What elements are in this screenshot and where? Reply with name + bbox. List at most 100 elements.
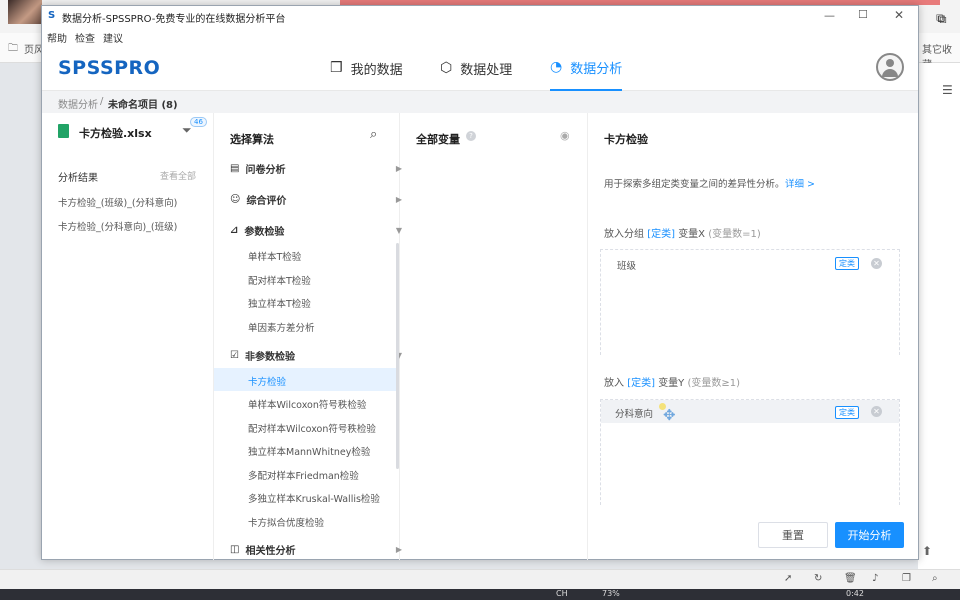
algorithm-item-selected[interactable]: 卡方检验: [248, 374, 286, 388]
y-drop-zone[interactable]: 分科意向 ✥ 定类 ✕: [600, 399, 900, 505]
algorithm-item[interactable]: 多配对样本Friedman检验: [248, 468, 359, 482]
category-nonparametric[interactable]: ☑非参数检验▼: [230, 348, 414, 363]
label-type: [定类]: [647, 229, 675, 240]
category-label: 非参数检验: [244, 352, 295, 363]
category-label: 问卷分析: [245, 165, 286, 176]
view-all-link[interactable]: 查看全部: [160, 169, 196, 182]
label-var: 变量X: [678, 229, 706, 240]
start-analysis-button[interactable]: 开始分析: [835, 522, 904, 548]
result-item[interactable]: 卡方检验_(班级)_(分科意向): [58, 195, 177, 209]
tab-my-data[interactable]: ❒ 我的数据: [330, 45, 403, 91]
category-correlation[interactable]: ◫ 相关性分析 ▶: [230, 542, 414, 557]
user-photo: [8, 0, 42, 24]
y-variable[interactable]: 分科意向: [615, 406, 653, 420]
tab-data-processing[interactable]: ⬡ 数据处理: [440, 45, 512, 91]
remove-icon[interactable]: ✕: [871, 258, 882, 269]
scrollbar[interactable]: [396, 243, 399, 469]
category-label: 参数检验: [244, 227, 285, 238]
lang-indicator[interactable]: CH: [556, 589, 568, 598]
taskbar: CH 73% 0:42: [0, 589, 960, 600]
eye-icon[interactable]: ◉: [560, 129, 570, 142]
x-var-label: 放入分组 [定类] 变量X (变量数=1): [604, 225, 761, 240]
algorithm-item[interactable]: 配对样本T检验: [248, 273, 311, 287]
y-var-label: 放入 [定类] 变量Y (变量数≥1): [604, 374, 740, 389]
stack-icon: ◫: [230, 544, 240, 555]
algorithm-item[interactable]: 独立样本T检验: [248, 296, 311, 310]
type-tag: 定类: [835, 257, 859, 270]
close-button[interactable]: ✕: [894, 8, 904, 22]
label-count: (变量数≥1): [687, 378, 741, 389]
refresh-icon[interactable]: ↻: [814, 573, 822, 584]
window-titlebar: S 数据分析-SPSSPRO-免费专业的在线数据分析平台 — ☐ ✕: [42, 6, 918, 28]
breadcrumb: 数据分析 / 未命名项目 (8): [42, 91, 918, 113]
file-name: 卡方检验.xlsx: [79, 127, 152, 140]
scroll-top-icon[interactable]: ⬆: [922, 544, 932, 558]
menu-inspect[interactable]: 检查: [75, 30, 95, 45]
menu-help[interactable]: 帮助: [47, 30, 67, 45]
breadcrumb-current: 未命名项目 (8): [108, 100, 178, 111]
selected-highlight: [214, 368, 398, 391]
category-parametric[interactable]: ⊿ 参数检验 ▼: [230, 223, 414, 238]
rocket-icon[interactable]: ➚: [784, 573, 792, 584]
chart-check-icon: ☑: [230, 350, 239, 361]
list-icon[interactable]: ☰: [942, 83, 953, 97]
count-badge: 46: [190, 117, 207, 127]
algorithm-item[interactable]: 单样本T检验: [248, 249, 301, 263]
search-icon[interactable]: ⌕: [932, 573, 938, 584]
algorithm-item[interactable]: 独立样本MannWhitney检验: [248, 444, 370, 458]
reset-button[interactable]: 重置: [758, 522, 828, 548]
minimize-button[interactable]: —: [824, 9, 835, 22]
file-panel: 卡方检验.xlsx ⏷ 46 分析结果 查看全部 卡方检验_(班级)_(分科意向…: [42, 113, 214, 560]
variables-title: 全部变量: [416, 133, 460, 146]
window-title: 数据分析-SPSSPRO-免费专业的在线数据分析平台: [62, 14, 286, 25]
search-icon[interactable]: ⌕: [370, 127, 377, 142]
clipboard-icon: ▤: [230, 163, 240, 174]
results-title: 分析结果: [58, 173, 98, 184]
browser-side-strip: ⧉ ☰: [918, 11, 960, 569]
trash-icon[interactable]: 🗑: [844, 573, 857, 584]
breadcrumb-sep: /: [100, 96, 104, 107]
algorithm-item[interactable]: 单样本Wilcoxon符号秩检验: [248, 397, 366, 411]
restore-icon[interactable]: ⧉: [938, 12, 947, 27]
menu-suggest[interactable]: 建议: [103, 30, 123, 45]
category-evaluation[interactable]: ☺ 综合评价 ▶: [230, 192, 414, 207]
logo[interactable]: SPSSPRO: [58, 57, 160, 79]
label-prefix: 放入: [604, 378, 624, 389]
speaker-icon[interactable]: ♪: [872, 573, 878, 584]
filter-icon[interactable]: ⏷: [182, 123, 192, 138]
menu-bar: 帮助 检查 建议: [42, 28, 918, 45]
window-icon[interactable]: ❐: [902, 573, 911, 584]
spreadsheet-icon: [58, 124, 69, 138]
remove-icon[interactable]: ✕: [871, 406, 882, 417]
maximize-button[interactable]: ☐: [858, 8, 868, 21]
detail-link[interactable]: 详细 >: [785, 176, 815, 190]
x-drop-zone[interactable]: 班级 定类 ✕: [600, 249, 900, 355]
result-item[interactable]: 卡方检验_(分科意向)_(班级): [58, 219, 177, 233]
app-window: S 数据分析-SPSSPRO-免费专业的在线数据分析平台 — ☐ ✕ 帮助 检查…: [41, 5, 919, 560]
folder-icon[interactable]: 🗀: [8, 41, 18, 58]
tab-data-analysis[interactable]: ◔ 数据分析: [550, 45, 623, 91]
app-icon: S: [48, 10, 56, 21]
label-prefix: 放入分组: [604, 229, 644, 240]
smile-icon: ☺: [230, 194, 241, 205]
category-questionnaire[interactable]: ▤ 问卷分析 ▶: [230, 161, 414, 176]
help-icon[interactable]: ?: [466, 131, 476, 141]
drag-cursor-icon: ✥: [663, 406, 676, 424]
clock: 0:42: [846, 589, 864, 598]
cube-stack-icon: ❒: [330, 60, 343, 76]
x-variable[interactable]: 班级: [617, 258, 636, 272]
algorithm-item[interactable]: 单因素方差分析: [248, 320, 315, 334]
tab-label: 数据分析: [570, 61, 623, 77]
tab-label: 数据处理: [460, 62, 513, 78]
pie-chart-icon: ◔: [550, 59, 563, 75]
algorithm-item[interactable]: 多独立样本Kruskal-Wallis检验: [248, 491, 380, 505]
algorithm-item[interactable]: 卡方拟合优度检验: [248, 515, 324, 529]
label-type: [定类]: [627, 378, 655, 389]
breadcrumb-root[interactable]: 数据分析: [58, 96, 98, 111]
zoom-level: 73%: [602, 589, 620, 598]
algorithm-item[interactable]: 配对样本Wilcoxon符号秩检验: [248, 421, 376, 435]
avatar[interactable]: [876, 53, 904, 81]
category-label: 综合评价: [246, 196, 287, 207]
type-tag: 定类: [835, 406, 859, 419]
algorithm-title: 选择算法: [230, 133, 274, 146]
